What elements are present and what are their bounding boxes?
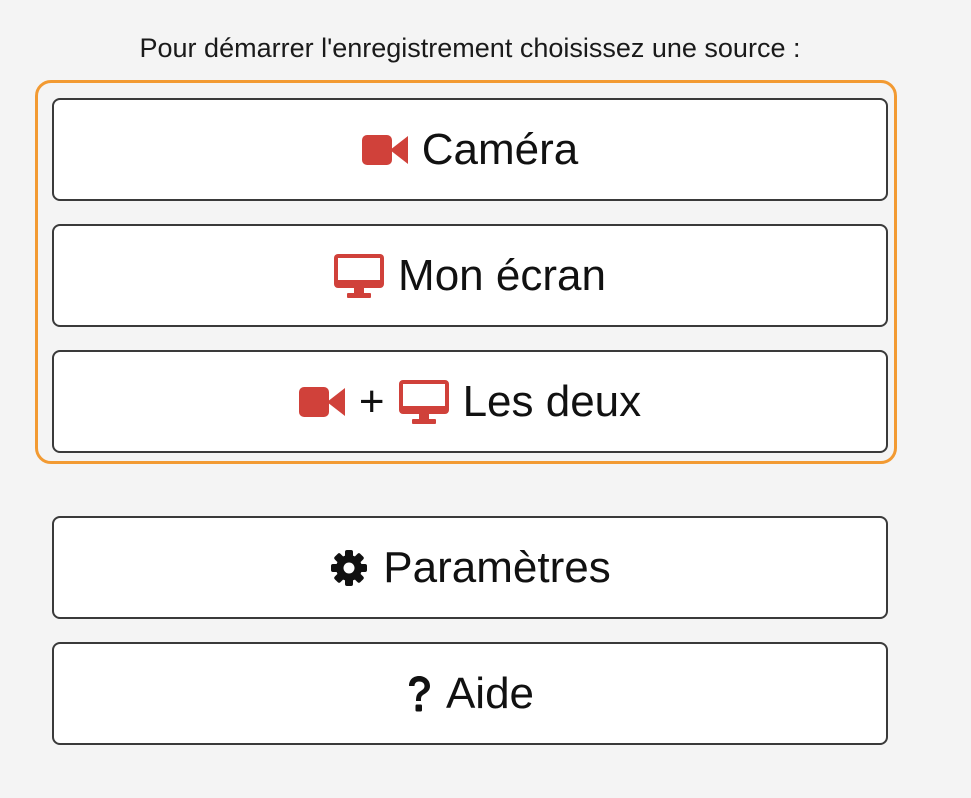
question-mark-icon [406, 675, 432, 713]
screen-button-label: Mon écran [398, 250, 606, 300]
settings-button[interactable]: Paramètres [52, 516, 888, 619]
settings-button-label: Paramètres [383, 542, 611, 592]
camera-and-screen-button[interactable]: + Les deux [52, 350, 888, 453]
desktop-monitor-icon [334, 253, 385, 298]
gear-icon [329, 548, 369, 588]
video-camera-icon [298, 385, 345, 419]
video-camera-icon [361, 133, 408, 167]
camera-button-label: Caméra [421, 124, 579, 174]
help-button-label: Aide [445, 668, 535, 718]
both-button-label: Les deux [462, 376, 642, 426]
source-prompt: Pour démarrer l'enregistrement choisisse… [139, 33, 801, 63]
desktop-monitor-icon [398, 379, 449, 424]
screen-button[interactable]: Mon écran [52, 224, 888, 327]
help-button[interactable]: Aide [52, 642, 888, 745]
camera-button[interactable]: Caméra [52, 98, 888, 201]
plus-sign: + [358, 376, 385, 426]
